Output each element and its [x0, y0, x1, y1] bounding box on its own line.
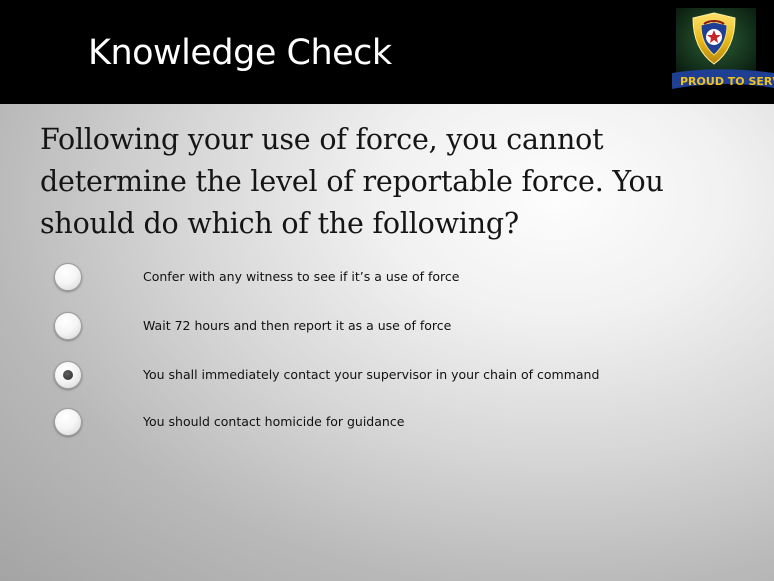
answer-label: Confer with any witness to see if it’s a… [143, 269, 460, 284]
answer-option[interactable]: Wait 72 hours and then report it as a us… [54, 312, 714, 342]
police-badge-icon: PROUD TO SERVE [672, 8, 774, 94]
radio-button[interactable] [54, 408, 82, 436]
question-text: Following your use of force, you cannot … [40, 123, 664, 240]
answer-option-selected[interactable]: You shall immediately contact your super… [54, 361, 714, 391]
answer-label: You should contact homicide for guidance [143, 414, 405, 429]
slide-title: Knowledge Check [88, 33, 392, 73]
answer-label: You shall immediately contact your super… [143, 367, 600, 382]
radio-button[interactable] [54, 312, 82, 340]
radio-button[interactable] [54, 263, 82, 291]
knowledge-check-slide: Knowledge Check PROUD TO SER Following y… [0, 0, 774, 581]
answer-label: Wait 72 hours and then report it as a us… [143, 318, 452, 333]
slide-header: Knowledge Check PROUD TO SER [0, 0, 774, 104]
radio-selected-dot [63, 370, 73, 380]
answer-option[interactable]: You should contact homicide for guidance [54, 408, 714, 438]
logo-motto: PROUD TO SERVE [680, 75, 774, 88]
answer-option[interactable]: Confer with any witness to see if it’s a… [54, 263, 714, 293]
radio-button-selected[interactable] [54, 361, 82, 389]
